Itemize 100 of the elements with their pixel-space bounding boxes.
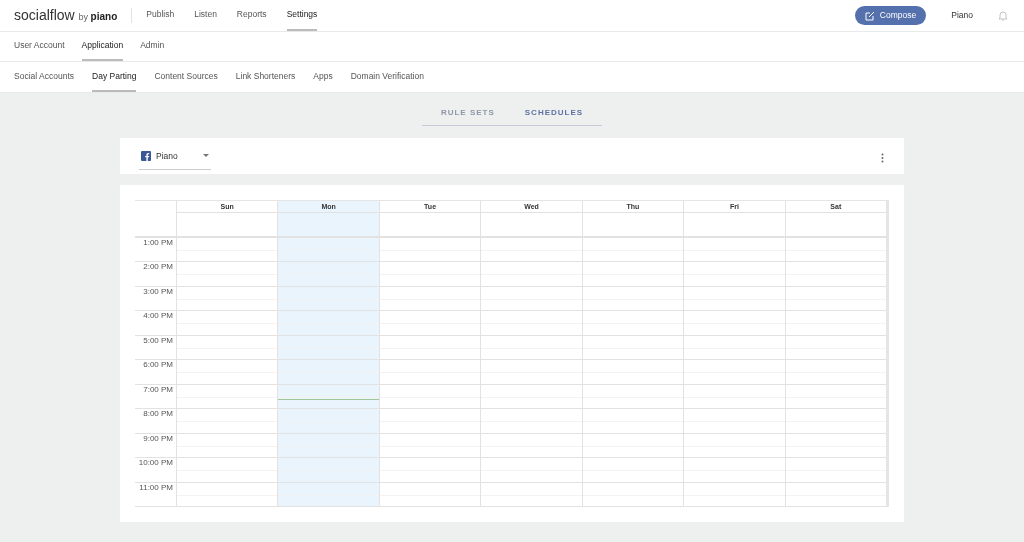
calendar-cell[interactable] [784,286,886,312]
calendar-cell[interactable] [784,237,886,263]
calendar-cell[interactable] [683,433,785,459]
calendar-cell[interactable] [480,335,582,361]
calendar-cell[interactable] [683,311,785,336]
calendar-cell[interactable] [277,237,379,263]
calendar-cell[interactable] [683,286,785,312]
all-day-cell[interactable] [277,212,379,238]
calendar-cell[interactable] [480,409,582,434]
calendar-cell[interactable] [378,409,481,434]
nav-tab[interactable]: Admin [140,32,165,61]
calendar-cell[interactable] [784,262,886,287]
view-tab[interactable]: SCHEDULES [509,101,599,125]
nav-tab[interactable]: Listen [194,0,217,31]
calendar-cell[interactable] [176,384,278,410]
calendar-cell[interactable] [581,286,684,312]
calendar-cell[interactable] [581,458,684,483]
calendar-cell[interactable] [480,482,582,508]
nav-tab[interactable]: Content Sources [154,62,218,92]
calendar-cell[interactable] [784,433,886,459]
all-day-cell[interactable] [683,212,785,238]
calendar-cell[interactable] [784,360,886,385]
calendar-cell[interactable] [176,262,278,287]
nav-tab[interactable]: Publish [146,0,175,31]
calendar-cell[interactable] [581,335,684,361]
calendar-cell[interactable] [378,458,481,483]
calendar-cell[interactable] [277,335,379,361]
logo[interactable]: socialflow by piano [14,5,118,26]
nav-tab[interactable]: Reports [236,0,267,31]
calendar-cell[interactable] [176,409,278,434]
calendar-cell[interactable] [277,286,379,312]
calendar-cell[interactable] [480,360,582,385]
calendar-cell[interactable] [683,237,785,263]
calendar-cell[interactable] [784,335,886,361]
calendar-cell[interactable] [277,409,379,434]
all-day-cell[interactable] [784,212,886,238]
calendar-cell[interactable] [784,311,886,336]
calendar-cell[interactable] [480,262,582,287]
calendar-cell[interactable] [176,360,278,385]
calendar-cell[interactable] [581,384,684,410]
calendar-cell[interactable] [581,262,684,287]
calendar-cell[interactable] [378,262,481,287]
calendar-cell[interactable] [683,384,785,410]
calendar-cell[interactable] [581,409,684,434]
calendar-cell[interactable] [581,311,684,336]
calendar-cell[interactable] [581,237,684,263]
calendar-cell[interactable] [176,286,278,312]
calendar-cell[interactable] [480,458,582,483]
calendar-cell[interactable] [480,286,582,312]
calendar-cell[interactable] [683,458,785,483]
more-icon[interactable] [881,152,884,163]
calendar-cell[interactable] [378,482,481,508]
calendar-cell[interactable] [683,409,785,434]
calendar-cell[interactable] [581,482,684,508]
calendar-cell[interactable] [277,384,379,410]
calendar-cell[interactable] [480,384,582,410]
nav-tab[interactable]: Social Accounts [14,62,74,92]
calendar-cell[interactable] [683,360,785,385]
calendar-cell[interactable] [176,311,278,336]
calendar-cell[interactable] [683,482,785,508]
calendar-cell[interactable] [277,262,379,287]
calendar-cell[interactable] [378,360,481,385]
nav-tab[interactable]: Domain Verification [350,62,424,92]
calendar-cell[interactable] [683,335,785,361]
calendar-cell[interactable] [480,433,582,459]
calendar-cell[interactable] [378,311,481,336]
calendar-cell[interactable] [378,237,481,263]
calendar-cell[interactable] [378,433,481,459]
calendar-cell[interactable] [277,482,379,508]
calendar-cell[interactable] [480,237,582,263]
calendar-cell[interactable] [176,458,278,483]
calendar-cell[interactable] [581,433,684,459]
nav-tab[interactable]: Day Parting [92,62,137,92]
calendar-cell[interactable] [176,482,278,508]
calendar-cell[interactable] [784,409,886,434]
all-day-cell[interactable] [378,212,481,238]
calendar-cell[interactable] [683,262,785,287]
calendar-cell[interactable] [378,335,481,361]
nav-tab[interactable]: Link Shorteners [235,62,296,92]
calendar-cell[interactable] [784,458,886,483]
calendar-cell[interactable] [176,237,278,263]
calendar-cell[interactable] [581,360,684,385]
all-day-cell[interactable] [581,212,684,238]
calendar-cell[interactable] [277,458,379,483]
calendar-cell[interactable] [378,384,481,410]
calendar-cell[interactable] [176,335,278,361]
calendar-cell[interactable] [176,433,278,459]
calendar-cell[interactable] [378,286,481,312]
nav-tab[interactable]: Apps [313,62,333,92]
calendar-cell[interactable] [784,384,886,410]
bell-icon[interactable] [998,10,1008,21]
calendar-cell[interactable] [480,311,582,336]
nav-tab[interactable]: User Account [14,32,65,61]
calendar-cell[interactable] [277,433,379,459]
calendar-cell[interactable] [784,482,886,508]
calendar-cell[interactable] [277,360,379,385]
all-day-cell[interactable] [480,212,582,238]
compose-button[interactable]: Compose [854,6,927,25]
account-select[interactable]: Piano [139,146,211,170]
calendar-cell[interactable] [277,311,379,336]
